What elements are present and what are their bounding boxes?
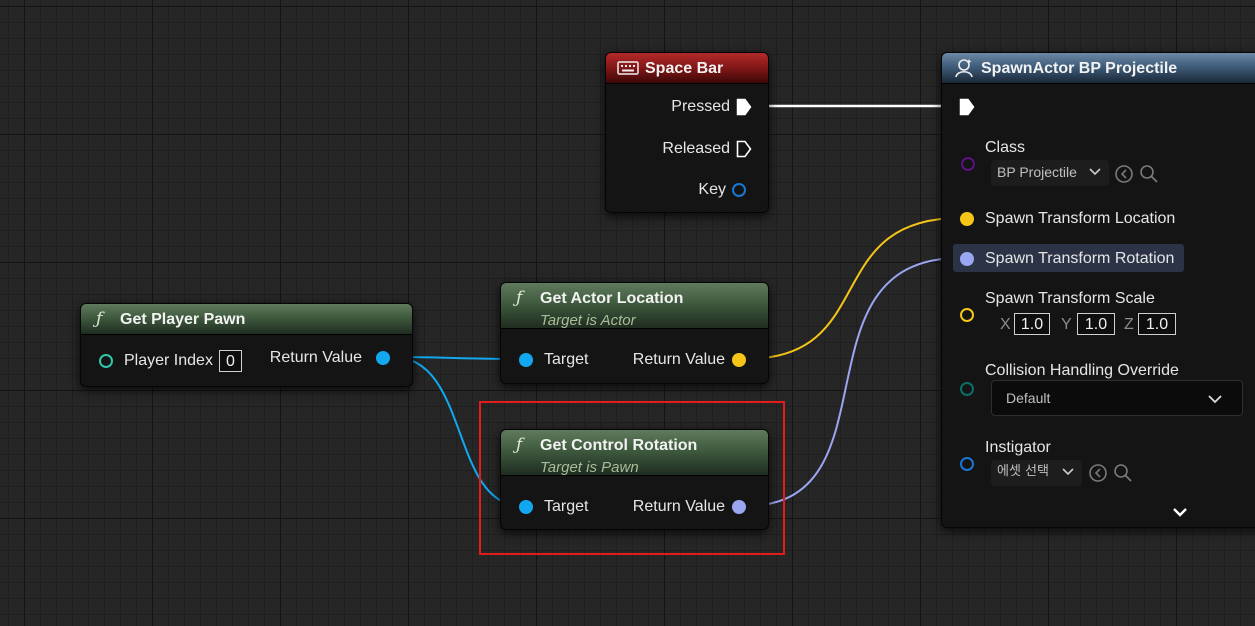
space-bar-header[interactable]: Space Bar (606, 53, 768, 84)
target-pin[interactable] (519, 353, 533, 367)
class-select-value: BP Projectile (997, 164, 1077, 180)
key-pin-label: Key (698, 181, 726, 198)
return-value-label: Return Value (632, 351, 725, 368)
class-select[interactable]: BP Projectile (991, 160, 1109, 186)
node-title: Get Actor Location (540, 290, 684, 307)
spawn-actor-node[interactable]: SpawnActor BP Projectile Class BP Projec… (941, 52, 1255, 528)
browse-arrow-icon[interactable] (1114, 164, 1134, 184)
scale-z-label: Z (1124, 316, 1134, 333)
search-icon[interactable] (1113, 463, 1133, 483)
collision-label: Collision Handling Override (985, 362, 1179, 379)
node-subtitle: Target is Actor (540, 312, 636, 329)
get-actor-location-header[interactable]: ƒ Get Actor Location Target is Actor (501, 283, 768, 329)
pressed-exec-pin[interactable] (736, 98, 752, 116)
player-index-input[interactable]: 0 (219, 350, 242, 372)
function-icon: ƒ (96, 309, 103, 329)
collision-select-value: Default (1006, 390, 1051, 406)
keyboard-icon (617, 61, 639, 75)
spawn-scale-label: Spawn Transform Scale (985, 290, 1155, 307)
scale-y-input[interactable]: 1.0 (1077, 313, 1115, 335)
highlight-box (479, 401, 785, 555)
node-title: SpawnActor BP Projectile (981, 60, 1178, 77)
node-title: Space Bar (645, 60, 724, 77)
location-wire (745, 217, 961, 360)
spawn-actor-header[interactable]: SpawnActor BP Projectile (942, 53, 1255, 84)
spawn-scale-pin[interactable] (960, 308, 974, 322)
spawn-location-pin[interactable] (960, 212, 974, 226)
chevron-down-icon (1062, 468, 1074, 476)
collision-pin[interactable] (960, 382, 974, 396)
spawn-rotation-label: Spawn Transform Rotation (985, 250, 1175, 267)
return-value-pin[interactable] (376, 351, 390, 365)
player-index-label: Player Index (124, 352, 213, 369)
browse-arrow-icon[interactable] (1088, 463, 1108, 483)
search-icon[interactable] (1139, 164, 1159, 184)
key-pin[interactable] (732, 183, 746, 197)
player-index-pin[interactable] (99, 354, 113, 368)
instigator-pin[interactable] (960, 457, 974, 471)
spawn-actor-icon (955, 59, 973, 78)
node-title: Get Player Pawn (120, 311, 246, 328)
instigator-select-value: 에셋 선택 (997, 464, 1049, 479)
chevron-down-icon (1208, 395, 1222, 404)
target-label: Target (544, 351, 589, 368)
spawn-location-label: Spawn Transform Location (985, 210, 1176, 227)
scale-x-label: X (1000, 316, 1011, 333)
get-player-pawn-header[interactable]: ƒ Get Player Pawn (81, 304, 412, 335)
scale-z-input[interactable]: 1.0 (1138, 313, 1176, 335)
function-icon: ƒ (516, 288, 523, 308)
scale-x-input[interactable]: 1.0 (1014, 313, 1050, 335)
get-player-pawn-node[interactable]: ƒ Get Player Pawn Player Index 0 Return … (80, 303, 413, 387)
instigator-label: Instigator (985, 439, 1051, 456)
expand-chevron-icon[interactable] (1172, 507, 1188, 517)
spawn-exec-in-pin[interactable] (959, 98, 975, 116)
class-pin[interactable] (961, 157, 975, 171)
pressed-pin-label: Pressed (671, 98, 730, 115)
class-label: Class (985, 139, 1026, 156)
return-value-pin[interactable] (732, 353, 746, 367)
return-value-label: Return Value (269, 349, 362, 366)
released-exec-pin[interactable] (736, 140, 752, 158)
released-pin-label: Released (662, 140, 730, 157)
space-bar-node[interactable]: Space Bar Pressed Released Key (605, 52, 769, 213)
instigator-select[interactable]: 에셋 선택 (991, 460, 1082, 486)
get-actor-location-node[interactable]: ƒ Get Actor Location Target is Actor Tar… (500, 282, 769, 384)
spawn-rotation-pin[interactable] (960, 252, 974, 266)
chevron-down-icon (1089, 168, 1101, 176)
collision-select[interactable]: Default (991, 380, 1243, 416)
scale-y-label: Y (1061, 316, 1072, 333)
